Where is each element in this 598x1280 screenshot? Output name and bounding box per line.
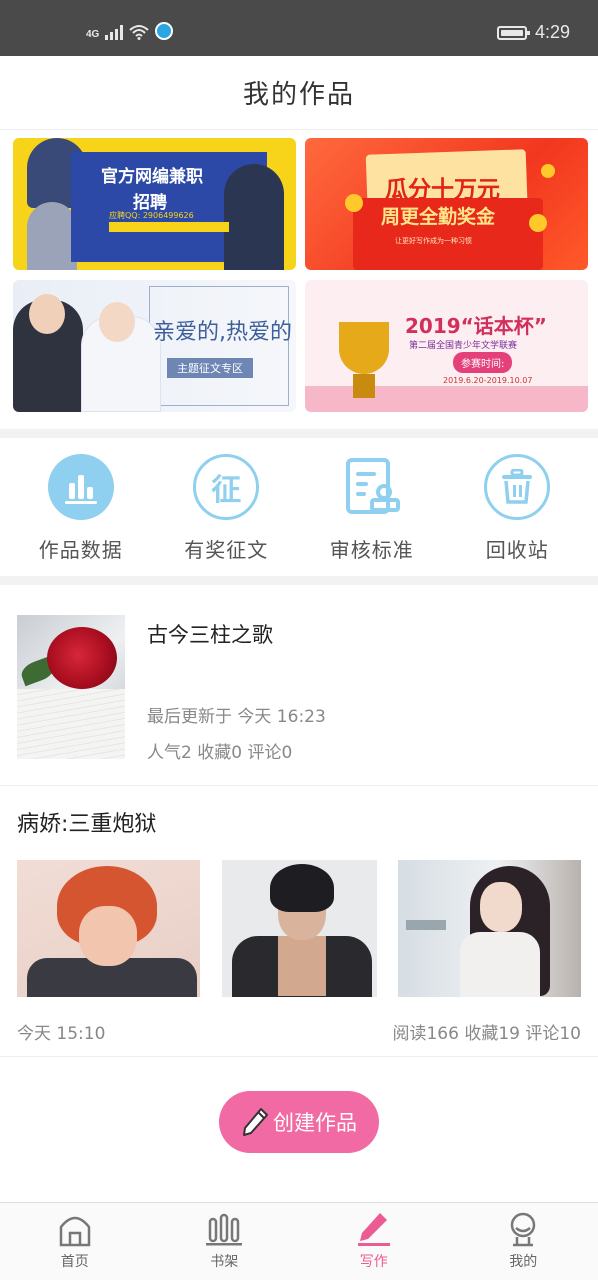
- tab-home[interactable]: 首页: [0, 1203, 150, 1280]
- banner-title: 官方网编兼职: [101, 167, 203, 187]
- banner-recruitment[interactable]: 官方网编兼职 招聘 应聘QQ: 2906499626: [13, 138, 296, 270]
- bar-chart-icon: [47, 454, 114, 520]
- tab-profile[interactable]: 我的: [449, 1203, 598, 1280]
- work-photo-row: [17, 860, 581, 997]
- banner-illustration: [224, 164, 284, 270]
- quick-action-work-data[interactable]: 作品数据: [16, 454, 146, 576]
- banner-detail: 应聘QQ: 2906499626: [109, 211, 194, 220]
- banner-tag: 主题征文专区: [167, 358, 253, 378]
- photo-hair: [269, 864, 334, 912]
- coin-icon: [541, 164, 555, 178]
- section-divider: [0, 576, 598, 585]
- trophy-icon: [339, 322, 389, 374]
- work-photo: [221, 860, 377, 997]
- status-left: 4G: [86, 22, 174, 40]
- create-work-label: 创建作品: [273, 1112, 357, 1135]
- banner-stripe: [305, 386, 588, 412]
- photo-body: [460, 932, 540, 997]
- home-icon: [59, 1216, 90, 1247]
- work-cover-image: [17, 615, 125, 759]
- create-work-button[interactable]: 创建作品: [219, 1091, 379, 1153]
- banner-grid: 官方网编兼职 招聘 应聘QQ: 2906499626 瓜分十万元 周更全勤奖金 …: [0, 130, 598, 412]
- tab-label: 书架: [210, 1254, 239, 1270]
- banner-subtitle: 周更全勤奖金: [381, 206, 496, 228]
- section-divider: [0, 429, 598, 438]
- banner-frame: [149, 286, 289, 406]
- battery-icon: [496, 25, 530, 40]
- quick-action-review-standards[interactable]: 审核标准: [307, 454, 437, 576]
- banner-literature-cup[interactable]: 2019“话本杯” 第二届全国青少年文学联赛 参赛时间: 2019.6.20-2…: [305, 280, 588, 412]
- quick-action-label: 作品数据: [38, 538, 123, 562]
- photo-face: [79, 906, 137, 966]
- coin-icon: [529, 214, 547, 232]
- banner-date-label: 参赛时间:: [453, 352, 513, 373]
- work-item[interactable]: 病娇:三重炮狱 今天 15:10 阅读166 收藏19 评论10: [0, 786, 598, 1057]
- page-header: 我的作品: [0, 56, 598, 130]
- coin-icon: [345, 194, 363, 212]
- bottom-tab-bar: 首页 书架 写作 我的: [0, 1202, 598, 1280]
- contest-icon: 征: [193, 454, 260, 520]
- work-stats: 阅读166 收藏19 评论10: [392, 1024, 581, 1044]
- bookshelf-icon: [206, 1213, 243, 1246]
- quick-action-label: 回收站: [485, 538, 549, 562]
- quick-actions: 作品数据 征 有奖征文 审核标准 回收站: [0, 438, 598, 576]
- clock: 4:29: [534, 22, 570, 42]
- banner-photo-woman-head: [99, 302, 135, 342]
- status-right: 4:29: [496, 22, 570, 43]
- tab-label: 首页: [60, 1254, 89, 1270]
- quick-action-contest[interactable]: 征 有奖征文: [161, 454, 291, 576]
- tab-label: 写作: [359, 1254, 388, 1270]
- pencil-icon: [243, 1108, 268, 1136]
- work-updated: 最后更新于 今天 16:23: [147, 707, 326, 727]
- work-item[interactable]: 古今三柱之歌 最后更新于 今天 16:23 人气2 收藏0 评论0: [0, 585, 598, 786]
- banner-illustration: [27, 202, 77, 270]
- work-info: 古今三柱之歌 最后更新于 今天 16:23 人气2 收藏0 评论0: [125, 615, 326, 771]
- banner-title: 亲爱的,热爱的: [153, 320, 292, 345]
- banner-theme-contest[interactable]: 亲爱的,热爱的 主题征文专区: [13, 280, 296, 412]
- banner-title: 瓜分十万元: [385, 177, 500, 203]
- work-stats: 人气2 收藏0 评论0: [147, 743, 293, 763]
- tab-bookshelf[interactable]: 书架: [150, 1203, 300, 1280]
- banner-subtitle: 第二届全国青少年文学联赛: [409, 341, 518, 351]
- network-type: 4G: [86, 29, 100, 40]
- tab-write[interactable]: 写作: [299, 1203, 449, 1280]
- photo-chest: [277, 936, 326, 996]
- banner-title: 2019“话本杯”: [405, 314, 547, 338]
- banner-dates: 2019.6.20-2019.10.07: [443, 376, 533, 385]
- cover-rose: [47, 627, 117, 689]
- banner-photo-man-head: [29, 294, 65, 334]
- quick-action-label: 审核标准: [329, 538, 414, 562]
- status-bar: 4G 4:29: [0, 0, 598, 56]
- work-photo: [17, 860, 200, 997]
- photo-face: [480, 882, 522, 932]
- trash-icon: [484, 454, 551, 520]
- work-meta: 今天 15:10 阅读166 收藏19 评论10: [17, 1019, 581, 1044]
- banner-detail: 让更好写作成为一种习惯: [395, 237, 472, 245]
- work-time: 今天 15:10: [17, 1024, 106, 1044]
- contest-glyph: 征: [211, 473, 242, 508]
- cover-pages: [17, 689, 125, 759]
- pen-icon: [357, 1213, 390, 1246]
- quick-action-label: 有奖征文: [184, 538, 269, 562]
- trophy-base: [353, 374, 375, 398]
- create-button-wrap: 创建作品: [0, 1091, 598, 1153]
- page-title: 我的作品: [242, 80, 355, 110]
- work-meta: 最后更新于 今天 16:23 人气2 收藏0 评论0: [147, 699, 326, 771]
- work-photo: [398, 860, 581, 997]
- quick-action-recycle-bin[interactable]: 回收站: [452, 454, 582, 576]
- work-title: 病娇:三重炮狱: [17, 812, 157, 837]
- tab-label: 我的: [509, 1254, 538, 1270]
- photo-shelf: [406, 920, 446, 930]
- banner-bonus[interactable]: 瓜分十万元 周更全勤奖金 让更好写作成为一种习惯: [305, 138, 588, 270]
- review-doc-icon: [339, 454, 405, 520]
- banner-chips: [109, 222, 229, 232]
- work-title: 古今三柱之歌: [147, 623, 273, 647]
- signal-icon: [105, 24, 124, 40]
- app-notification-icon: [155, 22, 174, 40]
- profile-icon: [511, 1212, 536, 1247]
- wifi-icon: [129, 24, 150, 40]
